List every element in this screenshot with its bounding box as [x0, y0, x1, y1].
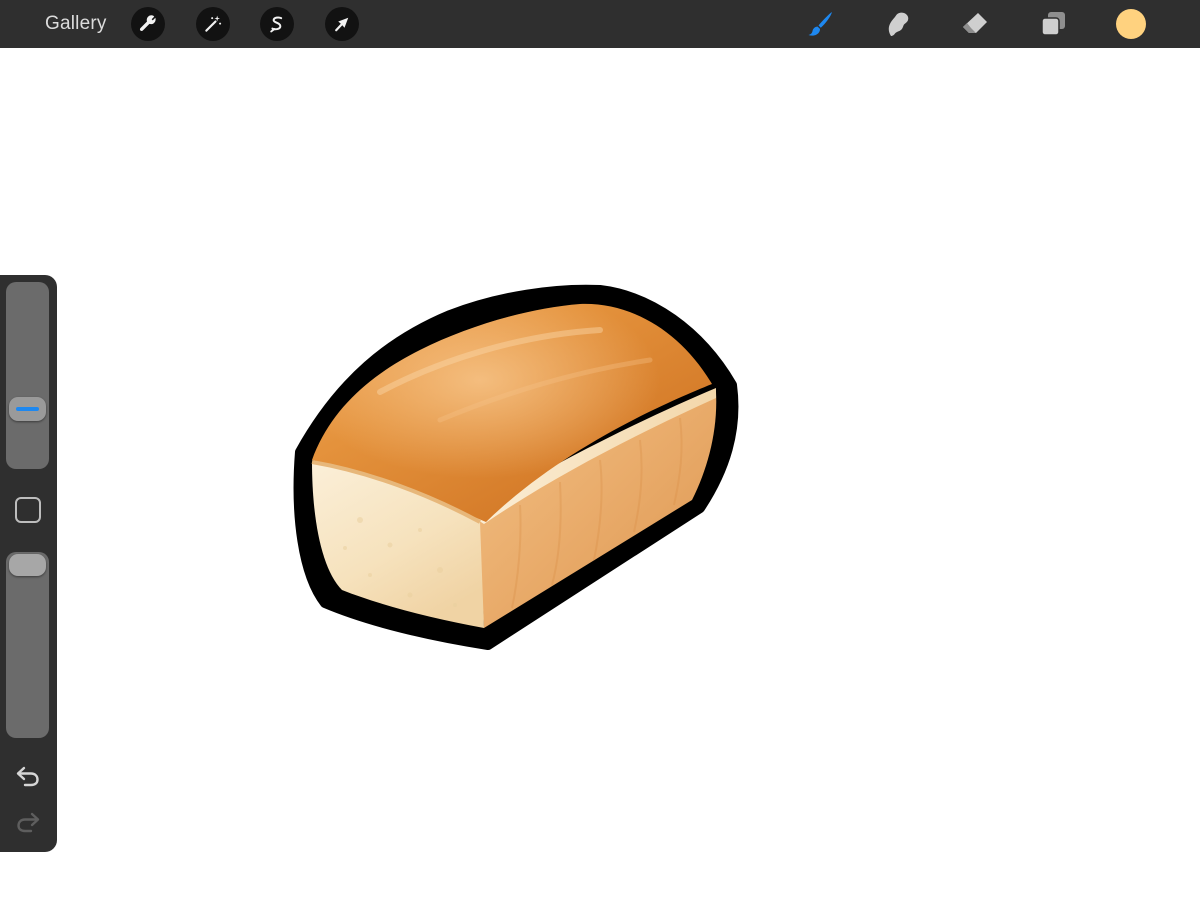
eraser-icon: [963, 13, 987, 33]
eraser-tool-button[interactable]: [957, 6, 993, 42]
actions-button[interactable]: [131, 7, 165, 41]
transform-button[interactable]: [325, 7, 359, 41]
drawing-canvas[interactable]: [0, 0, 1200, 900]
gallery-button[interactable]: Gallery: [45, 12, 107, 36]
smudge-finger-icon: [888, 12, 909, 36]
undo-button[interactable]: [13, 761, 43, 791]
undo-arrow-icon: [16, 766, 39, 787]
procreate-app: Gallery: [0, 0, 1200, 900]
opacity-slider-thumb[interactable]: [9, 554, 46, 576]
paintbrush-icon: [808, 12, 832, 36]
adjustments-button[interactable]: [196, 7, 230, 41]
color-picker-button[interactable]: [1116, 9, 1146, 39]
selection-button[interactable]: [260, 7, 294, 41]
smudge-tool-button[interactable]: [880, 6, 916, 42]
square-modify-icon[interactable]: [15, 497, 41, 523]
magic-wand-icon: [205, 15, 222, 32]
redo-arrow-icon: [17, 812, 40, 833]
layers-button[interactable]: [1035, 6, 1071, 42]
top-toolbar: Gallery: [0, 0, 1200, 48]
redo-button[interactable]: [13, 807, 43, 837]
selection-s-icon: [270, 16, 283, 33]
left-sidebar: [0, 275, 57, 852]
layers-icon: [1041, 12, 1065, 36]
brush-size-slider[interactable]: [6, 282, 49, 469]
slider-active-indicator: [16, 407, 39, 411]
brush-size-slider-thumb[interactable]: [9, 397, 46, 421]
opacity-slider[interactable]: [6, 552, 49, 738]
arrow-cursor-icon: [335, 17, 349, 32]
wrench-icon: [139, 15, 156, 31]
brush-tool-button[interactable]: [802, 6, 838, 42]
